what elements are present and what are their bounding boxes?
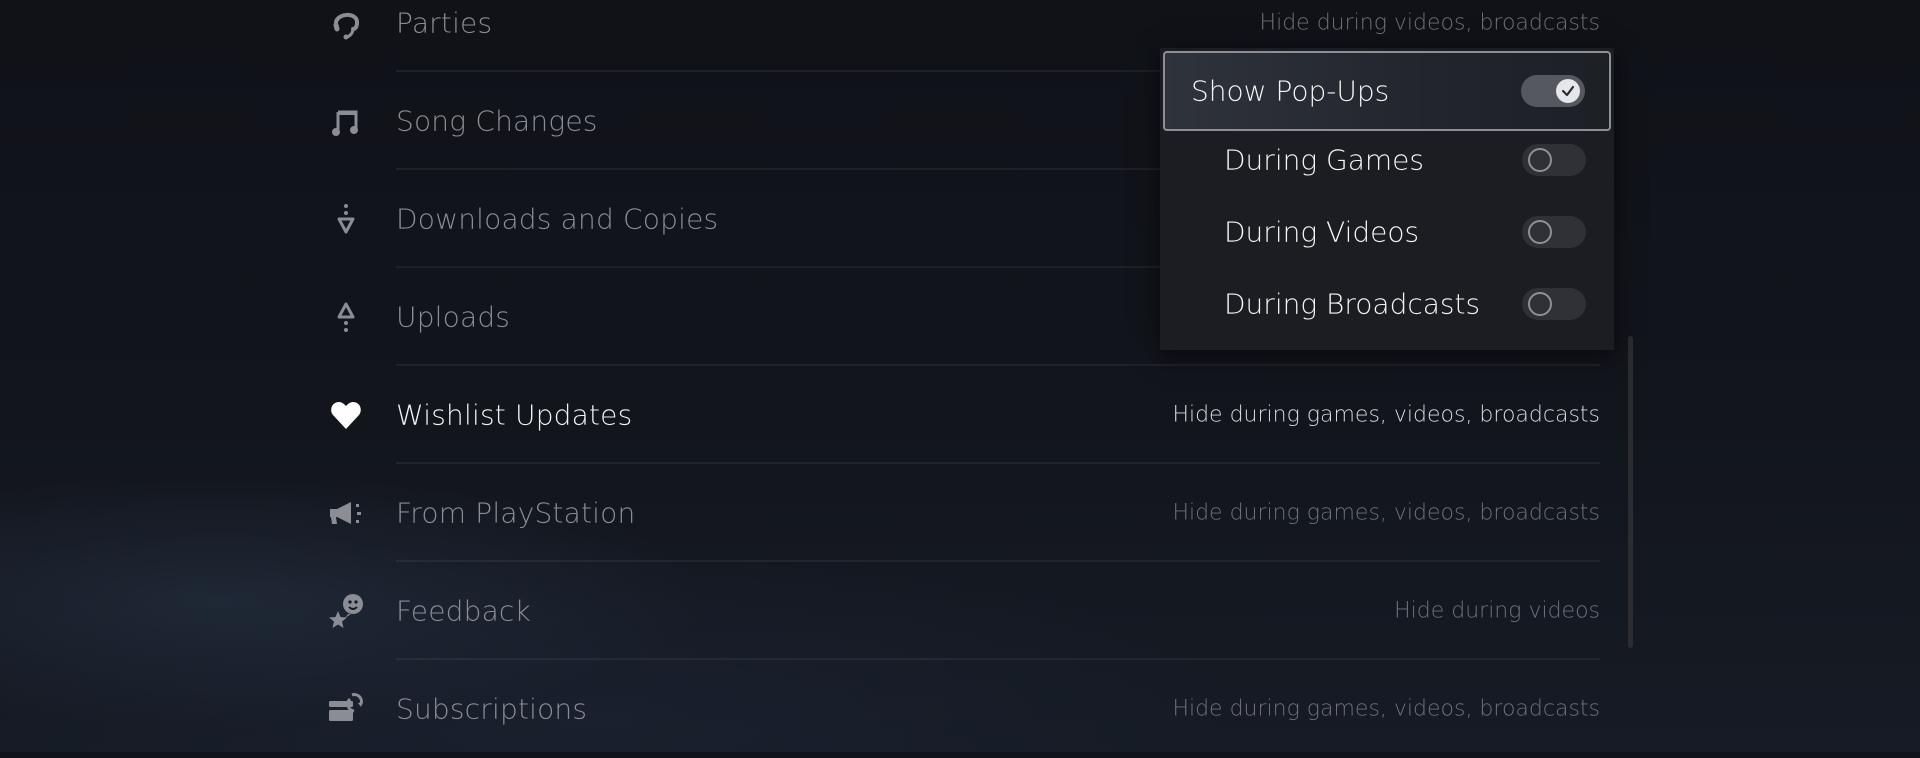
toggle-knob xyxy=(1528,292,1552,316)
during-games-toggle[interactable] xyxy=(1522,144,1586,176)
option-label: During Broadcasts xyxy=(1224,287,1481,321)
settings-row-from-playstation[interactable]: From PlayStation Hide during games, vide… xyxy=(320,464,1600,562)
setting-label: Downloads and Copies xyxy=(396,202,719,236)
checkmark-icon xyxy=(1561,85,1575,97)
during-games-option[interactable]: During Games xyxy=(1160,124,1614,196)
during-broadcasts-toggle[interactable] xyxy=(1522,288,1586,320)
settings-row-wishlist-updates[interactable]: Wishlist Updates Hide during games, vide… xyxy=(320,366,1600,464)
setting-value: Hide during videos, broadcasts xyxy=(1259,10,1600,36)
download-icon xyxy=(328,201,364,237)
toggle-knob xyxy=(1528,148,1552,172)
setting-label: Parties xyxy=(396,6,493,40)
during-videos-option[interactable]: During Videos xyxy=(1160,196,1614,268)
option-label: During Videos xyxy=(1224,215,1420,249)
headset-icon xyxy=(328,5,364,41)
option-label: During Games xyxy=(1224,143,1424,177)
feedback-icon xyxy=(328,593,364,629)
setting-value: Hide during games, videos, broadcasts xyxy=(1172,500,1600,526)
setting-label: From PlayStation xyxy=(396,496,636,530)
settings-row-subscriptions[interactable]: Subscriptions Hide during games, videos,… xyxy=(320,660,1600,758)
setting-label: Wishlist Updates xyxy=(396,398,633,432)
setting-label: Subscriptions xyxy=(396,692,588,726)
setting-label: Song Changes xyxy=(396,104,598,138)
during-videos-toggle[interactable] xyxy=(1522,216,1586,248)
scrollbar[interactable] xyxy=(1628,336,1633,648)
setting-label: Uploads xyxy=(396,300,511,334)
megaphone-icon xyxy=(328,495,364,531)
during-broadcasts-option[interactable]: During Broadcasts xyxy=(1160,268,1614,340)
heart-icon xyxy=(328,397,364,433)
show-popups-menu: Show Pop-Ups During Games During Videos … xyxy=(1160,48,1614,350)
upload-icon xyxy=(328,299,364,335)
show-popups-option[interactable]: Show Pop-Ups xyxy=(1163,51,1611,131)
settings-row-feedback[interactable]: Feedback Hide during videos xyxy=(320,562,1600,660)
setting-value: Hide during games, videos, broadcasts xyxy=(1172,402,1600,428)
show-popups-label: Show Pop-Ups xyxy=(1191,74,1390,108)
toggle-knob xyxy=(1556,79,1580,103)
toggle-knob xyxy=(1528,220,1552,244)
show-popups-toggle[interactable] xyxy=(1521,75,1585,107)
setting-value: Hide during videos xyxy=(1394,598,1600,624)
setting-value: Hide during games, videos, broadcasts xyxy=(1172,696,1600,722)
music-note-icon xyxy=(328,103,364,139)
subscription-icon xyxy=(328,691,364,727)
setting-label: Feedback xyxy=(396,594,531,628)
